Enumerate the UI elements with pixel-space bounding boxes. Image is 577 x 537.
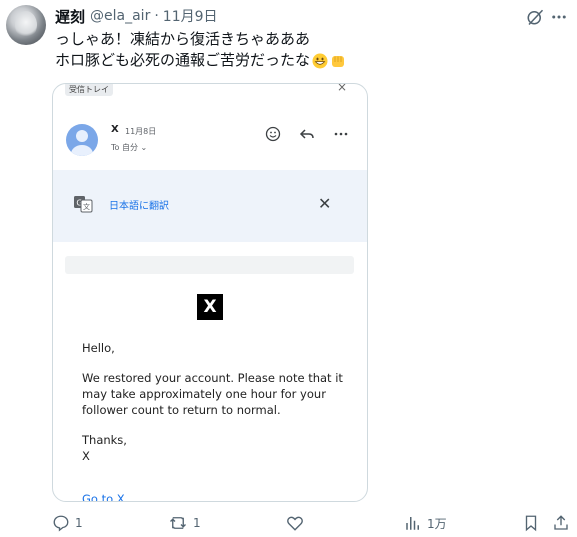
mail-actions (263, 124, 351, 144)
more-options-icon[interactable] (548, 6, 570, 28)
sender-date: 11月8日 (125, 127, 157, 136)
reply-count: 1 (75, 516, 83, 530)
email-signoff: Thanks, (82, 433, 127, 447)
separator-dot: · (154, 8, 159, 24)
go-to-x-link: Go to X (82, 492, 125, 502)
translate-bar: G 文 日本語に翻訳 ✕ (53, 170, 367, 242)
author-avatar[interactable] (6, 5, 46, 45)
reply-button[interactable]: 1 (52, 512, 83, 534)
reply-arrow-icon (297, 124, 317, 144)
author-name[interactable]: 遅刻 (55, 6, 85, 27)
tweet-header: 遅刻 @ela_air · 11月9日 (55, 6, 218, 26)
translate-close-icon: ✕ (318, 194, 332, 213)
email-signature: X (82, 449, 90, 463)
email-greeting: Hello, (82, 341, 115, 355)
views-bar-chart-icon (406, 517, 419, 530)
views-button[interactable]: 1万 (404, 512, 447, 534)
attached-image[interactable]: 受信トレイ × X 11月8日 To 自分 ⌄ G 文 日本語に翻訳 ✕ X H… (52, 83, 368, 502)
bookmark-button[interactable] (522, 512, 540, 534)
like-button[interactable] (286, 512, 309, 534)
grok-icon[interactable] (526, 8, 544, 26)
author-handle[interactable]: @ela_air (90, 8, 150, 24)
tweet-text: っしゃあ！凍結から復活きちゃあああ ホロ豚ども必死の通報ご苦労だったな (55, 29, 565, 71)
tweet-text-line-2: ホロ豚ども必死の通報ご苦労だったな (55, 50, 565, 71)
tweet-text-line-2-text: ホロ豚ども必死の通報ご苦労だったな (55, 51, 311, 69)
retweet-icon (170, 517, 186, 529)
x-logo: X (197, 294, 223, 320)
svg-text:文: 文 (83, 202, 90, 211)
retweet-count: 1 (193, 516, 201, 530)
inbox-label: 受信トレイ (65, 84, 113, 96)
recipient-label: To 自分 ⌄ (111, 143, 148, 152)
bookmark-icon (525, 515, 537, 532)
grinning-face-emoji (312, 53, 328, 69)
share-button[interactable] (552, 512, 570, 534)
heart-icon (287, 516, 303, 531)
top-close-icon: × (337, 83, 348, 94)
preheader-strip (65, 256, 354, 274)
translate-link: 日本語に翻訳 (109, 201, 169, 212)
email-message: We restored your account. Please note th… (82, 371, 343, 417)
emoji-reaction-icon (263, 124, 283, 144)
tweet-text-line-1: っしゃあ！凍結から復活きちゃあああ (55, 30, 311, 48)
tweet-date[interactable]: 11月9日 (163, 6, 218, 26)
translate-icon: G 文 (73, 195, 93, 213)
sender-name: X (111, 124, 119, 135)
tweet-actions: 1 1 1万 (0, 512, 577, 534)
oncoming-fist-emoji (330, 53, 346, 69)
email-body: Hello, We restored your account. Please … (82, 340, 352, 464)
views-count: 1万 (427, 516, 447, 531)
sender-avatar (66, 124, 98, 156)
reply-icon (53, 515, 69, 532)
share-icon (554, 515, 568, 530)
mail-more-icon (331, 124, 351, 144)
retweet-button[interactable]: 1 (168, 512, 201, 534)
